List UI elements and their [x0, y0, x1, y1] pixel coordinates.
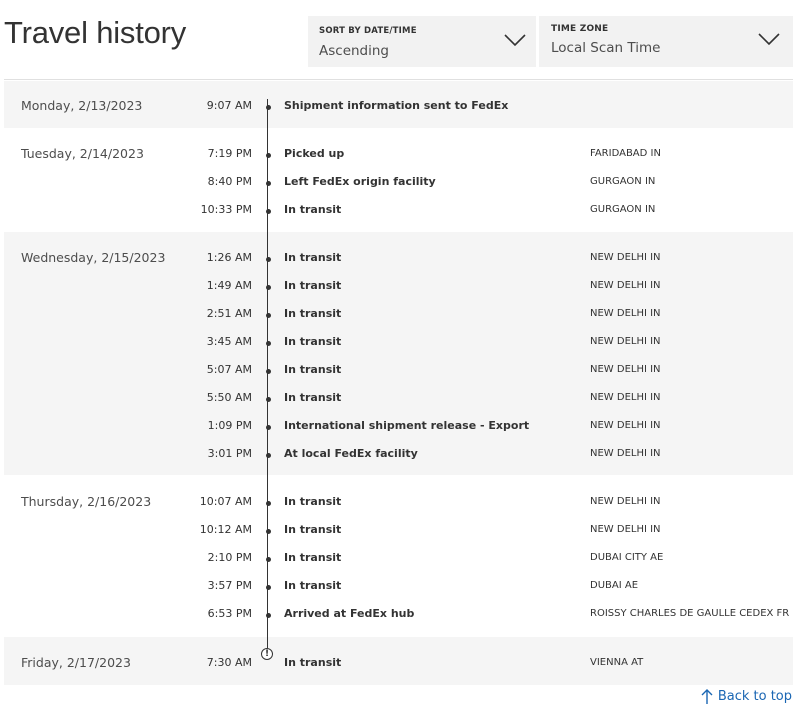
page-title: Travel history: [4, 15, 187, 50]
event-row: 6:53 PM Arrived at FedEx hub ROISSY CHARLE…: [4, 607, 793, 627]
event-row: 3:57 PM In transit DUBAI AE: [4, 579, 793, 599]
event-time: 7:19 PM: [207, 147, 252, 160]
event-row: 9:07 AM Shipment information sent to FedE…: [4, 99, 793, 119]
event-location: GURGAON IN: [590, 204, 656, 215]
event-time: 5:07 AM: [206, 363, 252, 376]
back-to-top-link[interactable]: Back to top: [700, 688, 792, 705]
event-description: Picked up: [284, 147, 345, 160]
event-time: 8:40 PM: [207, 175, 252, 188]
event-location: ROISSY CHARLES DE GAULLE CEDEX FR: [590, 608, 790, 619]
event-row: 1:26 AM In transit NEW DELHI IN: [4, 251, 793, 271]
event-description: In transit: [284, 391, 342, 404]
event-time: 9:07 AM: [206, 99, 252, 112]
day-group: Tuesday, 2/14/2023 7:19 PM Picked up FARIDA…: [4, 129, 793, 230]
event-description: Shipment information sent to FedEx: [284, 99, 509, 112]
event-time: 3:45 AM: [206, 335, 252, 348]
day-group: Friday, 2/17/2023 7:30 AM In transit VIENNA…: [4, 637, 793, 685]
event-description: In transit: [284, 551, 342, 564]
event-description: In transit: [284, 363, 342, 376]
event-row: 10:33 PM In transit GURGAON IN: [4, 203, 793, 223]
event-location: NEW DELHI IN: [590, 252, 661, 263]
event-row: 10:12 AM In transit NEW DELHI IN: [4, 523, 793, 543]
back-to-top-label: Back to top: [717, 689, 792, 704]
event-time: 6:53 PM: [207, 607, 252, 620]
chevron-down-icon: [758, 33, 780, 46]
timezone-dropdown[interactable]: TIME ZONE Local Scan Time: [539, 16, 793, 67]
event-time: 1:49 AM: [206, 279, 252, 292]
event-description: In transit: [284, 579, 342, 592]
event-location: DUBAI CITY AE: [590, 552, 664, 563]
event-description: In transit: [284, 307, 342, 320]
event-row: 3:01 PM At local FedEx facility NEW DELHI …: [4, 447, 793, 467]
event-location: NEW DELHI IN: [590, 524, 661, 535]
event-description: In transit: [284, 523, 342, 536]
day-group: Wednesday, 2/15/2023 1:26 AM In transit NEW…: [4, 232, 793, 475]
event-row: 2:51 AM In transit NEW DELHI IN: [4, 307, 793, 327]
chevron-down-icon: [504, 34, 526, 47]
event-time: 10:33 PM: [200, 203, 252, 216]
event-location: FARIDABAD IN: [590, 148, 661, 159]
event-row: 2:10 PM In transit DUBAI CITY AE: [4, 551, 793, 571]
event-location: VIENNA AT: [590, 657, 644, 668]
event-row: 5:50 AM In transit NEW DELHI IN: [4, 391, 793, 411]
exclamation-circle-icon: !: [261, 648, 273, 660]
event-description: In transit: [284, 335, 342, 348]
event-location: NEW DELHI IN: [590, 336, 661, 347]
event-location: NEW DELHI IN: [590, 496, 661, 507]
event-row: 1:49 AM In transit NEW DELHI IN: [4, 279, 793, 299]
event-location: NEW DELHI IN: [590, 308, 661, 319]
event-time: 5:50 AM: [206, 391, 252, 404]
event-row: 7:19 PM Picked up FARIDABAD IN: [4, 147, 793, 167]
timeline-line: [267, 99, 268, 648]
day-group: Monday, 2/13/2023 9:07 AM Shipment informa…: [4, 81, 793, 128]
event-row: 1:09 PM International shipment release - …: [4, 419, 793, 439]
sort-label: SORT BY DATE/TIME: [319, 26, 417, 36]
event-time: 10:07 AM: [199, 495, 252, 508]
event-row: 8:40 PM Left FedEx origin facility GURGAON…: [4, 175, 793, 195]
event-row: 10:07 AM In transit NEW DELHI IN: [4, 495, 793, 515]
event-description: Left FedEx origin facility: [284, 175, 436, 188]
arrow-up-icon: [701, 689, 713, 704]
event-location: DUBAI AE: [590, 580, 639, 591]
event-description: In transit: [284, 279, 342, 292]
event-location: NEW DELHI IN: [590, 392, 661, 403]
event-time: 7:30 AM: [206, 656, 252, 669]
event-description: In transit: [284, 251, 342, 264]
event-time: 1:09 PM: [207, 419, 252, 432]
event-location: NEW DELHI IN: [590, 420, 661, 431]
event-time: 3:01 PM: [207, 447, 252, 460]
event-row: 5:07 AM In transit NEW DELHI IN: [4, 363, 793, 383]
event-location: GURGAON IN: [590, 176, 656, 187]
timezone-label: TIME ZONE: [551, 24, 609, 34]
day-group: Thursday, 2/16/2023 10:07 AM In transit NEW…: [4, 476, 793, 635]
event-description: International shipment release - Export: [284, 419, 530, 432]
event-time: 10:12 AM: [199, 523, 252, 536]
header-divider: [4, 79, 793, 80]
event-row: 7:30 AM In transit VIENNA AT: [4, 656, 793, 676]
event-description: At local FedEx facility: [284, 447, 418, 460]
event-location: NEW DELHI IN: [590, 364, 661, 375]
event-row: 3:45 AM In transit NEW DELHI IN: [4, 335, 793, 355]
timezone-value: Local Scan Time: [551, 40, 661, 56]
event-location: NEW DELHI IN: [590, 280, 661, 291]
event-location: NEW DELHI IN: [590, 448, 661, 459]
event-description: Arrived at FedEx hub: [284, 607, 415, 620]
sort-dropdown[interactable]: SORT BY DATE/TIME Ascending: [308, 16, 536, 67]
event-time: 2:10 PM: [207, 551, 252, 564]
event-description: In transit: [284, 203, 342, 216]
event-time: 3:57 PM: [207, 579, 252, 592]
event-description: In transit: [284, 495, 342, 508]
sort-value: Ascending: [319, 43, 389, 59]
event-time: 2:51 AM: [206, 307, 252, 320]
event-description: In transit: [284, 656, 342, 669]
event-time: 1:26 AM: [206, 251, 252, 264]
